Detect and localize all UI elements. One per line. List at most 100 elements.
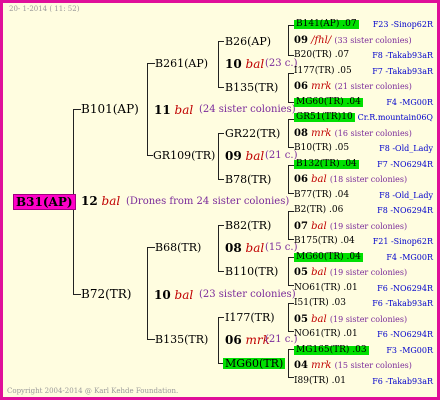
root-node[interactable]: B31(AP) (13, 194, 76, 210)
connector (288, 211, 289, 240)
l3-node[interactable]: MG60(TR) (223, 358, 286, 369)
l1-num: 10 (154, 288, 171, 302)
l4-node[interactable]: NO61(TR) .01 (294, 330, 358, 339)
l3-node[interactable]: I177(TR) (225, 312, 275, 323)
l4-note: (21 sister colonies) (334, 82, 412, 91)
connector (218, 225, 224, 226)
l3-info: 10 bal (225, 58, 264, 70)
l4-node[interactable]: MG60(TR) .04 (294, 253, 363, 262)
l2-node[interactable]: GR109(TR) (153, 150, 215, 161)
l4-node[interactable]: B2(TR) .06 (294, 206, 343, 215)
l4-note: (19 sister colonies) (329, 222, 408, 231)
l3-node[interactable]: GR22(TR) (225, 128, 280, 139)
l4-origin: F8 -Old_Lady (379, 191, 433, 200)
root-mark: bal (101, 194, 121, 208)
connector (218, 133, 219, 180)
l4-info: 09 /fhl/ (33 sister colonies) (294, 36, 412, 46)
header-date: 20- 1-2014 ( 11: 52) (9, 5, 80, 13)
l4-mark: mrk (311, 128, 332, 139)
l2-node[interactable]: B261(AP) (155, 58, 208, 69)
l4-origin: F7 -NO6294R (377, 160, 433, 169)
l1-info: 11 bal (154, 104, 193, 116)
connector (218, 179, 224, 180)
l4-note: (15 sister colonies) (334, 361, 412, 370)
l4-node[interactable]: B77(TR) .04 (294, 191, 349, 200)
l4-num: 05 (294, 314, 308, 325)
l2-node[interactable]: B135(TR) (155, 334, 208, 345)
l4-origin: F8 -Old_Lady (379, 144, 433, 153)
l3-node[interactable]: B78(TR) (225, 174, 271, 185)
pedigree-diagram: { "header": {"date": "20- 1-2014 ( 11: 5… (0, 0, 440, 400)
l1-mark: bal (174, 103, 194, 117)
l4-origin: F21 -Sinop62R (372, 237, 433, 246)
l4-node[interactable]: GR51(TR)10 (294, 113, 355, 122)
l4-mark: bal (311, 314, 327, 325)
l2-num: 06 (225, 333, 242, 347)
l4-origin: F6 -Takab93aR (372, 299, 433, 308)
l4-node[interactable]: MG165(TR) .03 (294, 346, 369, 355)
root-num: 12 (81, 194, 98, 208)
l3-node[interactable]: B82(TR) (225, 220, 271, 231)
l4-info: 06 mrk (21 sister colonies) (294, 82, 412, 92)
l4-node[interactable]: B175(TR) .04 (294, 237, 355, 246)
l4-node[interactable]: B141(AP) .07 (294, 20, 359, 29)
connector (288, 349, 289, 378)
l4-info: 06 bal (18 sister colonies) (294, 175, 407, 185)
l4-node[interactable]: B132(TR) .04 (294, 160, 359, 169)
l3-mark: bal (245, 57, 265, 71)
l4-note: (16 sister colonies) (334, 129, 412, 138)
l4-origin: F8 -NO6294R (377, 206, 433, 215)
l4-num: 06 (294, 81, 308, 92)
connector (218, 133, 224, 134)
connector (218, 41, 219, 88)
l4-origin: F7 -Takab93aR (372, 67, 433, 76)
l4-node[interactable]: I51(TR) .03 (294, 299, 346, 308)
l3-node[interactable]: B135(TR) (225, 82, 278, 93)
connector (73, 294, 81, 295)
l2-num: 09 (225, 149, 242, 163)
l4-info: 05 bal (19 sister colonies) (294, 315, 407, 325)
connector (218, 271, 224, 272)
l1-note: (23 sister colonies) (199, 289, 296, 300)
l4-note: (19 sister colonies) (329, 268, 408, 277)
l4-node[interactable]: B10(TR) .05 (294, 144, 349, 153)
connector (147, 247, 155, 248)
connector (288, 165, 289, 194)
l3-note: (23 c.) (265, 58, 298, 69)
l3-num: 10 (225, 57, 242, 71)
l1-node[interactable]: B101(AP) (81, 103, 139, 115)
l1-node[interactable]: B72(TR) (81, 288, 132, 300)
l4-origin: Cr.R.mountain06Q (357, 113, 433, 122)
l2-note: (21 c.) (265, 334, 298, 345)
l2-node[interactable]: B68(TR) (155, 242, 201, 253)
l4-info: 08 mrk (16 sister colonies) (294, 129, 412, 139)
connector (73, 109, 81, 110)
l4-node[interactable]: NO61(TR) .01 (294, 284, 358, 293)
l2-note: (21 c.) (265, 150, 298, 161)
l2-info: 06 mrk (225, 334, 270, 346)
l4-origin: F4 -MG00R (386, 98, 433, 107)
l4-origin: F23 -Sinop62R (372, 20, 433, 29)
l4-mark: mrk (311, 81, 332, 92)
root-note: (Drones from 24 sister colonies) (126, 196, 290, 207)
l4-mark: bal (311, 221, 327, 232)
l4-num: 07 (294, 221, 308, 232)
l4-mark: bal (311, 174, 327, 185)
l3-node[interactable]: B26(AP) (225, 36, 271, 47)
l4-node[interactable]: I89(TR) .01 (294, 377, 346, 386)
connector (288, 25, 289, 56)
l3-node[interactable]: B110(TR) (225, 266, 278, 277)
l4-origin: F6 -Takab93aR (372, 377, 433, 386)
l4-mark: /fhl/ (311, 35, 332, 46)
l2-mark: bal (245, 241, 265, 255)
l4-node[interactable]: I177(TR) .05 (294, 67, 352, 76)
l4-node[interactable]: MG60(TR) .04 (294, 98, 363, 107)
l4-num: 08 (294, 128, 308, 139)
l1-mark: bal (174, 288, 194, 302)
connector (288, 257, 289, 286)
l4-origin: F3 -MG00R (386, 346, 433, 355)
l4-origin: F4 -MG00R (386, 253, 433, 262)
l4-mark: bal (311, 267, 327, 278)
connector (147, 339, 155, 340)
l4-node[interactable]: B20(TR) .07 (294, 51, 349, 60)
